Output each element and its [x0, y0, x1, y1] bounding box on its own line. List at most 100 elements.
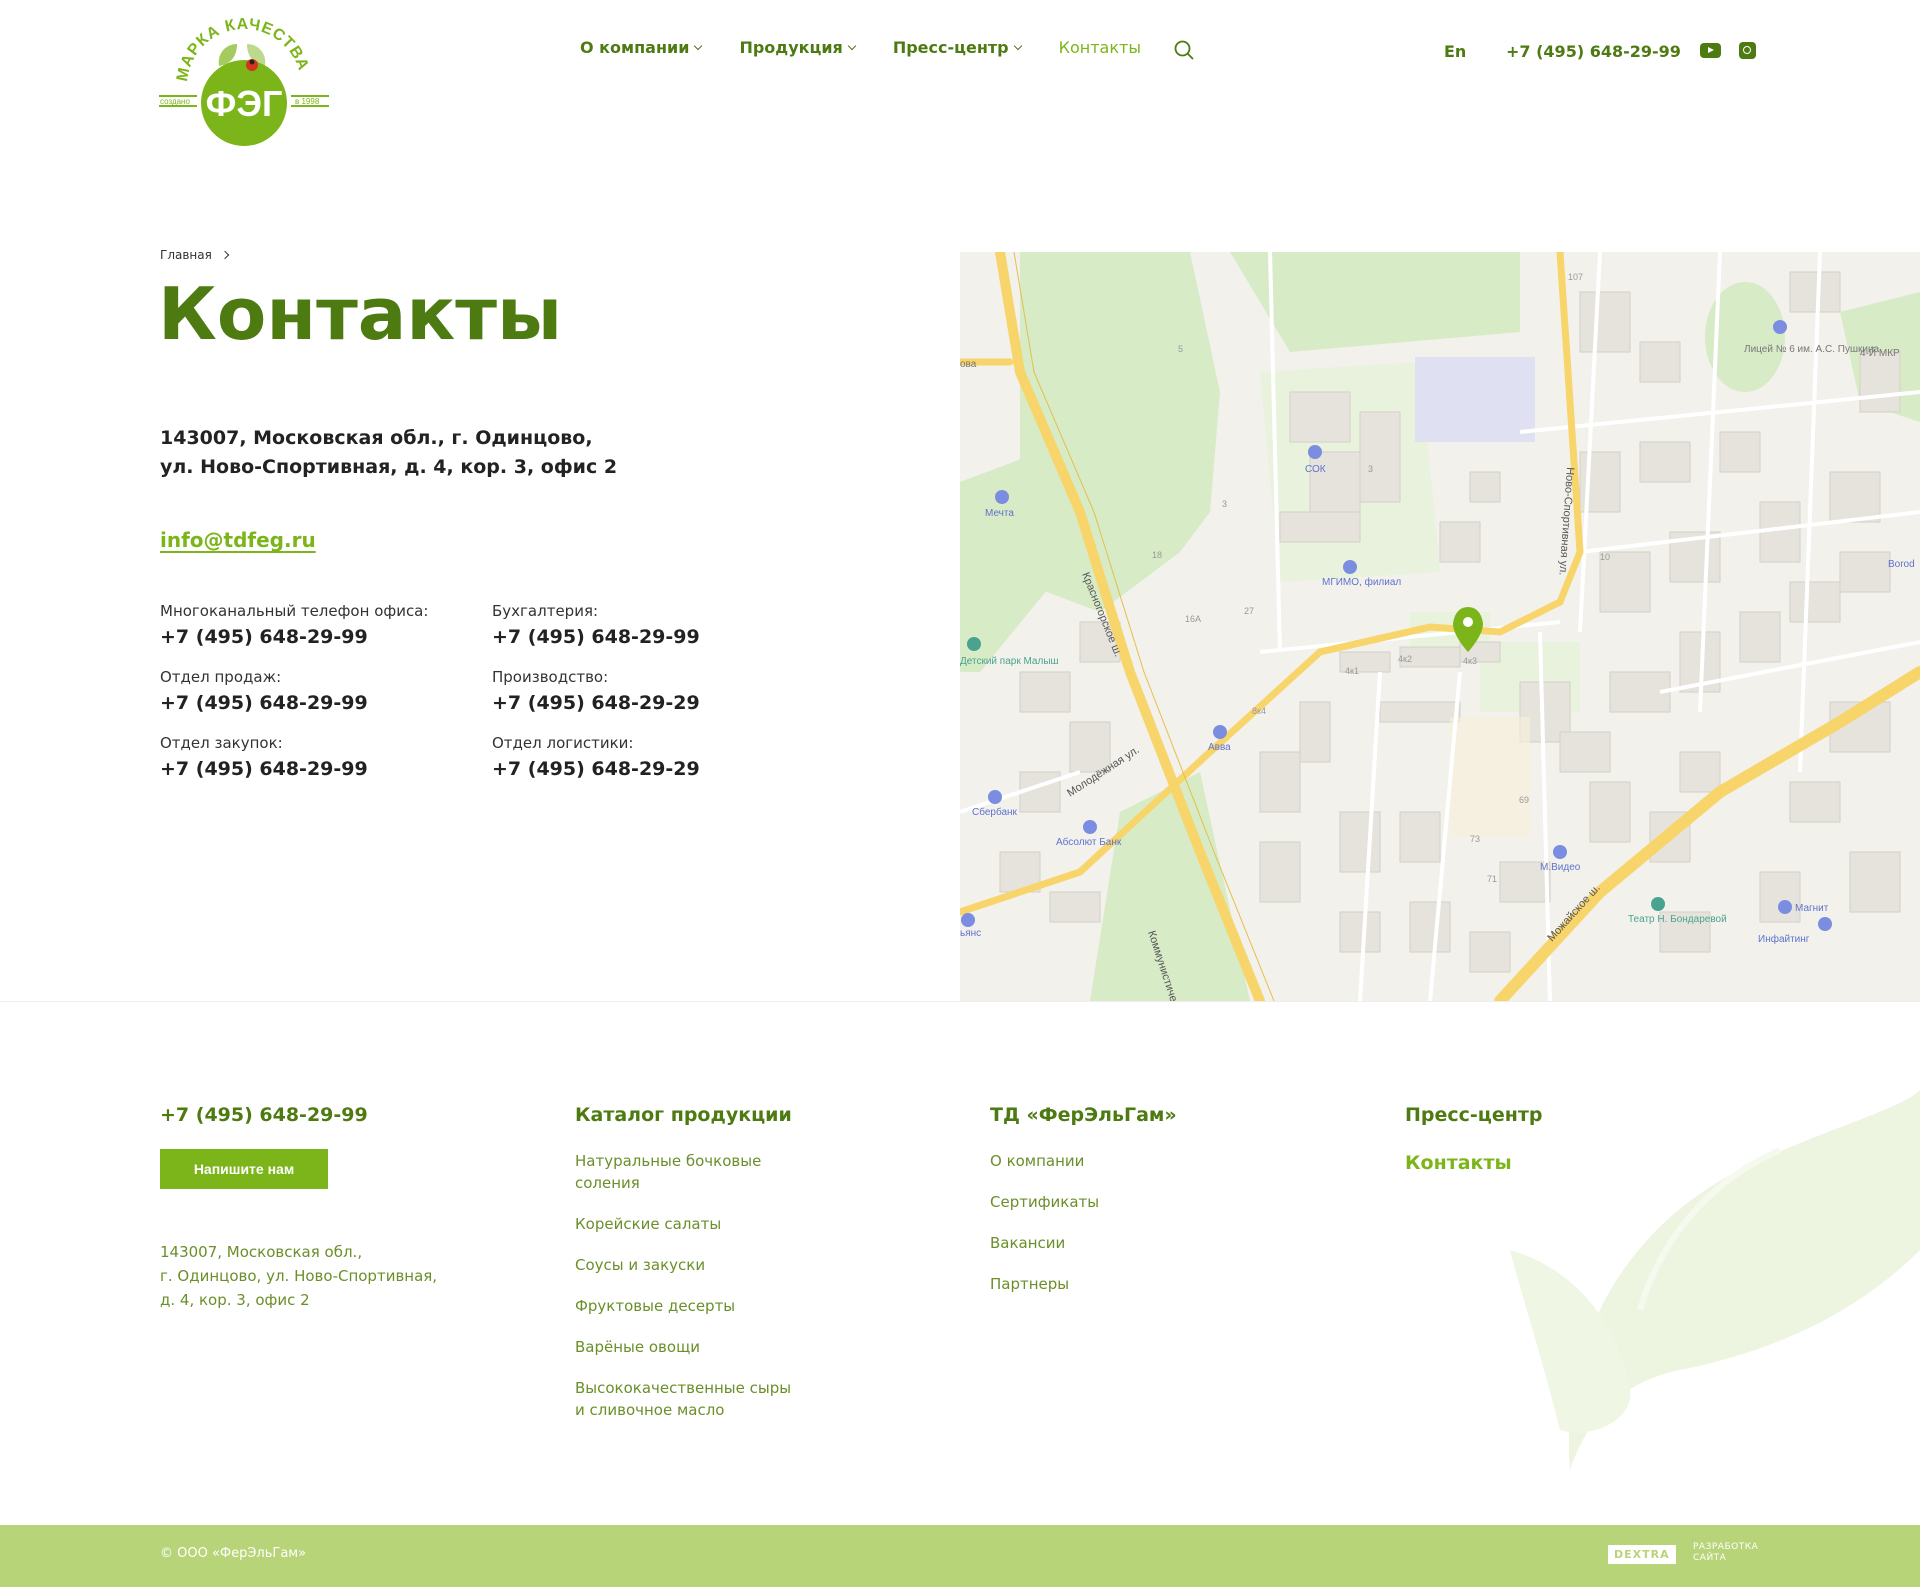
link-line: Фруктовые десерты	[575, 1297, 736, 1315]
search-icon[interactable]	[1174, 40, 1194, 60]
link-line: соления	[575, 1174, 640, 1192]
map-poi-label: М.Видео	[1540, 862, 1581, 873]
breadcrumb-home[interactable]: Главная	[160, 248, 212, 262]
contact-phone[interactable]: +7 (495) 648-29-29	[492, 692, 732, 714]
footer-company-link[interactable]: Партнеры	[990, 1273, 1177, 1295]
contact-item: Многоканальный телефон офиса: +7 (495) 64…	[160, 602, 492, 648]
main-nav: О компании Продукция Пресс-центр Контакт…	[580, 38, 1141, 57]
address-line: 143007, Московская обл., г. Одинцово,	[160, 427, 593, 449]
link-line: Высококачественные сыры	[575, 1379, 792, 1397]
contact-phone[interactable]: +7 (495) 648-29-99	[160, 626, 492, 648]
contacts-grid: Многоканальный телефон офиса: +7 (495) 64…	[160, 602, 732, 780]
map-poi-label: СОК	[1305, 464, 1326, 475]
page: МАРКА КАЧЕСТВА создано в 1998 ФЭГ О комп…	[0, 0, 1920, 1587]
office-address: 143007, Московская обл., г. Одинцово, ул…	[160, 424, 617, 482]
contact-label: Многоканальный телефон офиса:	[160, 602, 429, 620]
map-house-number: 16А	[1185, 614, 1201, 624]
logo-right-text: в 1998	[295, 97, 320, 106]
footer-catalog-item[interactable]: Высококачественные сыры и сливочное масло	[575, 1377, 792, 1421]
footer-company-link[interactable]: Вакансии	[990, 1232, 1177, 1254]
footer-catalog-item[interactable]: Фруктовые десерты	[575, 1295, 792, 1317]
contact-phone[interactable]: +7 (495) 648-29-99	[160, 758, 492, 780]
map-poi-label: Мечта	[985, 508, 1014, 519]
footer-company-link[interactable]: Сертификаты	[990, 1191, 1177, 1213]
nav-item-label: Контакты	[1058, 38, 1141, 57]
footer-address: 143007, Московская обл., г. Одинцово, ул…	[160, 1240, 480, 1312]
logo-letters: ФЭГ	[206, 83, 283, 124]
footer-catalog-item[interactable]: Соусы и закуски	[575, 1254, 792, 1276]
map-house-number: 69	[1519, 795, 1529, 805]
page-title: Контакты	[158, 272, 563, 356]
contact-label: Производство:	[492, 668, 609, 686]
map-poi-label: Авва	[1208, 742, 1231, 753]
map-poi-label: ова	[960, 359, 977, 370]
link-line: и сливочное масло	[575, 1401, 725, 1419]
footer-catalog: Каталог продукции Натуральные бочковые со…	[575, 1104, 792, 1440]
footer-catalog-item[interactable]: Натуральные бочковые соления	[575, 1150, 792, 1194]
decorative-leaf-icon	[1510, 1090, 1920, 1470]
link-line: Соусы и закуски	[575, 1256, 706, 1274]
developer-caption: РАЗРАБОТКА САЙТА	[1693, 1542, 1758, 1564]
map-house-number: 18	[1152, 550, 1162, 560]
email-link[interactable]: info@tdfeg.ru	[160, 528, 316, 552]
chevron-down-icon	[694, 41, 703, 50]
footer-phone[interactable]: +7 (495) 648-29-99	[160, 1104, 368, 1126]
footer-press-title[interactable]: Пресс-центр	[1405, 1104, 1543, 1126]
copyright: © ООО «ФерЭльГам»	[160, 1546, 307, 1561]
chevron-down-icon	[847, 41, 857, 50]
caption-line: РАЗРАБОТКА	[1693, 1542, 1759, 1552]
nav-item-contacts[interactable]: Контакты	[1059, 38, 1141, 57]
contact-item: Производство: +7 (495) 648-29-29	[492, 668, 732, 714]
map-house-number: 107	[1568, 272, 1583, 282]
nav-item-press[interactable]: Пресс-центр	[892, 38, 1022, 57]
developer-badge[interactable]: DEXTRA	[1608, 1545, 1676, 1564]
link-line: Варёные овощи	[575, 1338, 700, 1356]
footer-catalog-item[interactable]: Варёные овощи	[575, 1336, 792, 1358]
divider	[0, 1001, 1920, 1002]
contact-label: Отдел закупок:	[160, 734, 283, 752]
map-house-number: 5	[1178, 344, 1183, 354]
map-house-number: 3	[1222, 499, 1227, 509]
map[interactable]: Красногорское ш. Молодёжная ул. Ново-Спо…	[960, 252, 1920, 1001]
contact-phone[interactable]: +7 (495) 648-29-99	[492, 626, 732, 648]
address-line: д. 4, кор. 3, офис 2	[160, 1291, 310, 1309]
contact-phone[interactable]: +7 (495) 648-29-29	[492, 758, 732, 780]
map-poi-label: МГИМО, филиал	[1322, 576, 1401, 588]
contact-label: Отдел продаж:	[160, 668, 282, 686]
nav-item-label: Пресс-центр	[892, 38, 1009, 57]
map-house-number: 3	[1368, 464, 1373, 474]
chevron-right-icon	[220, 250, 230, 260]
nav-item-company[interactable]: О компании	[580, 38, 703, 57]
footer-catalog-item[interactable]: Корейские салаты	[575, 1213, 792, 1235]
footer-catalog-title[interactable]: Каталог продукции	[575, 1104, 792, 1126]
write-us-button[interactable]: Напишите нам	[160, 1149, 328, 1189]
nav-item-products[interactable]: Продукция	[739, 38, 857, 57]
contact-label: Бухгалтерия:	[492, 602, 599, 620]
header-phone[interactable]: +7 (495) 648-29-99	[1506, 42, 1681, 61]
contact-phone[interactable]: +7 (495) 648-29-99	[160, 692, 492, 714]
link-line: Натуральные бочковые	[575, 1152, 762, 1170]
contact-label: Отдел логистики:	[492, 734, 634, 752]
map-poi-label: 4-Й МКР	[1860, 346, 1900, 359]
map-poi-label: Инфайтинг	[1758, 933, 1810, 945]
footer-bar: © ООО «ФерЭльГам» DEXTRA РАЗРАБОТКА САЙТ…	[0, 1525, 1920, 1587]
map-poi-label: Магнит	[1795, 903, 1829, 914]
footer-contacts-link[interactable]: Контакты	[1405, 1152, 1543, 1174]
language-switch[interactable]: En	[1444, 42, 1466, 61]
map-house-number: 8к4	[1252, 706, 1266, 716]
instagram-icon[interactable]	[1739, 42, 1756, 59]
footer-press: Пресс-центр Контакты	[1405, 1104, 1543, 1174]
map-house-number: 4к1	[1345, 666, 1359, 676]
map-house-number: 4к3	[1463, 656, 1477, 666]
caption-line: САЙТА	[1693, 1553, 1727, 1563]
contact-item: Отдел закупок: +7 (495) 648-29-99	[160, 734, 492, 780]
map-poi-label: Театр Н. Бондаревой	[1628, 914, 1727, 925]
footer-company-title[interactable]: ТД «ФерЭльГам»	[990, 1104, 1177, 1126]
chevron-down-icon	[1013, 41, 1022, 50]
footer-company-link[interactable]: О компании	[990, 1150, 1177, 1172]
map-house-number: 4к2	[1398, 654, 1412, 664]
map-poi-label: Сбербанк	[972, 806, 1018, 818]
youtube-icon[interactable]	[1700, 43, 1721, 58]
map-poi-label: ьянс	[960, 928, 981, 939]
logo[interactable]: МАРКА КАЧЕСТВА создано в 1998 ФЭГ	[157, 18, 331, 148]
